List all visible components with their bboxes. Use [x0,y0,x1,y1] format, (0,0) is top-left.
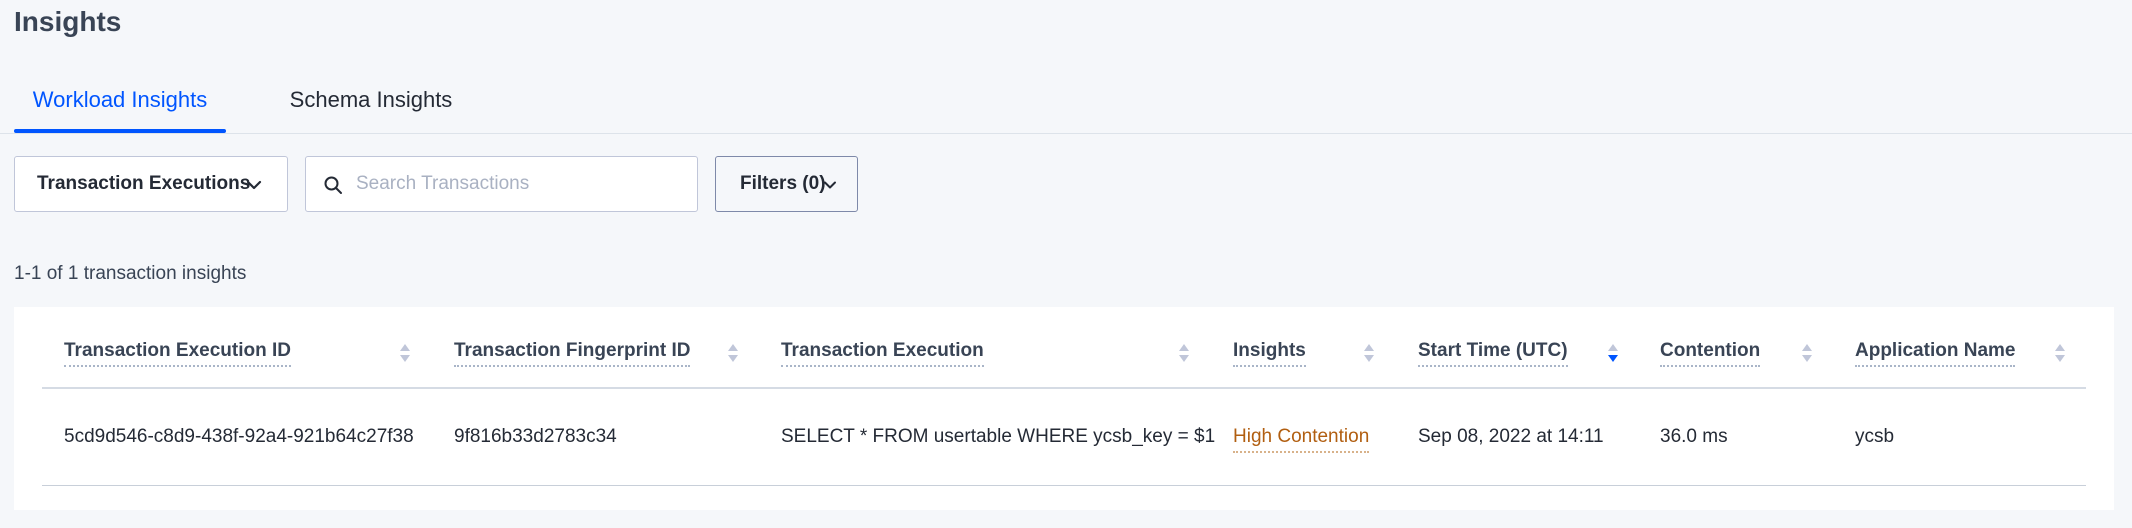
column-header-label: Application Name [1855,340,2016,367]
column-header-insights[interactable]: Insights [1233,339,1306,367]
result-count: 1-1 of 1 transaction insights [14,263,247,284]
column-header-label: Transaction Execution ID [64,340,291,367]
cell-insights: High Contention [1233,425,1370,453]
cell-application-name: ycsb [1855,426,1895,447]
chevron-down-icon [246,180,262,190]
sort-icon[interactable] [1800,341,1814,365]
sort-icon[interactable] [1362,341,1376,365]
insights-page: Insights Workload Insights Schema Insigh… [0,0,2132,528]
column-header-application-name[interactable]: Application Name [1855,339,2016,367]
view-select[interactable]: Transaction Executions [14,156,288,212]
filters-button-label: Filters (0) [740,173,826,194]
cell-fingerprint-id[interactable]: 9f816b33d2783c34 [454,425,617,449]
sort-icon[interactable] [1177,341,1191,365]
column-header-execution-id[interactable]: Transaction Execution ID [64,339,291,367]
column-header-contention[interactable]: Contention [1660,339,1761,367]
search-field[interactable] [305,156,698,212]
cell-contention: 36.0 ms [1660,426,1728,447]
view-select-value: Transaction Executions [37,173,251,194]
cell-execution: SELECT * FROM usertable WHERE ycsb_key =… [781,426,1216,447]
tab-schema-insights[interactable]: Schema Insights [278,86,464,134]
page-title: Insights [14,6,122,37]
sort-icon[interactable] [2053,341,2067,365]
column-header-execution[interactable]: Transaction Execution [781,339,984,367]
filters-button[interactable]: Filters (0) [715,156,858,212]
column-header-start-time[interactable]: Start Time (UTC) [1418,339,1568,367]
column-header-label: Transaction Execution [781,340,984,367]
column-header-label: Insights [1233,340,1306,367]
tab-workload-insights[interactable]: Workload Insights [14,86,226,134]
row-divider [42,485,2086,486]
column-header-fingerprint-id[interactable]: Transaction Fingerprint ID [454,339,691,367]
column-header-label: Contention [1660,340,1761,367]
chevron-down-icon [824,181,836,189]
cell-start-time: Sep 08, 2022 at 14:11 [1418,426,1604,447]
active-tab-indicator [14,129,226,133]
search-icon [324,176,342,194]
insight-high-contention-link[interactable]: High Contention [1233,426,1370,453]
header-divider [42,387,2086,389]
sort-icon[interactable] [398,341,412,365]
column-header-label: Transaction Fingerprint ID [454,340,691,367]
sort-icon[interactable] [726,341,740,365]
search-input[interactable] [356,167,686,201]
sort-descending-icon[interactable] [1606,341,1620,365]
cell-execution-id[interactable]: 5cd9d546-c8d9-438f-92a4-921b64c27f38 [64,425,414,449]
tab-bar: Workload Insights Schema Insights [0,72,2132,134]
insights-table: Transaction Execution ID Transaction Fin… [14,307,2114,510]
column-header-label: Start Time (UTC) [1418,340,1568,367]
